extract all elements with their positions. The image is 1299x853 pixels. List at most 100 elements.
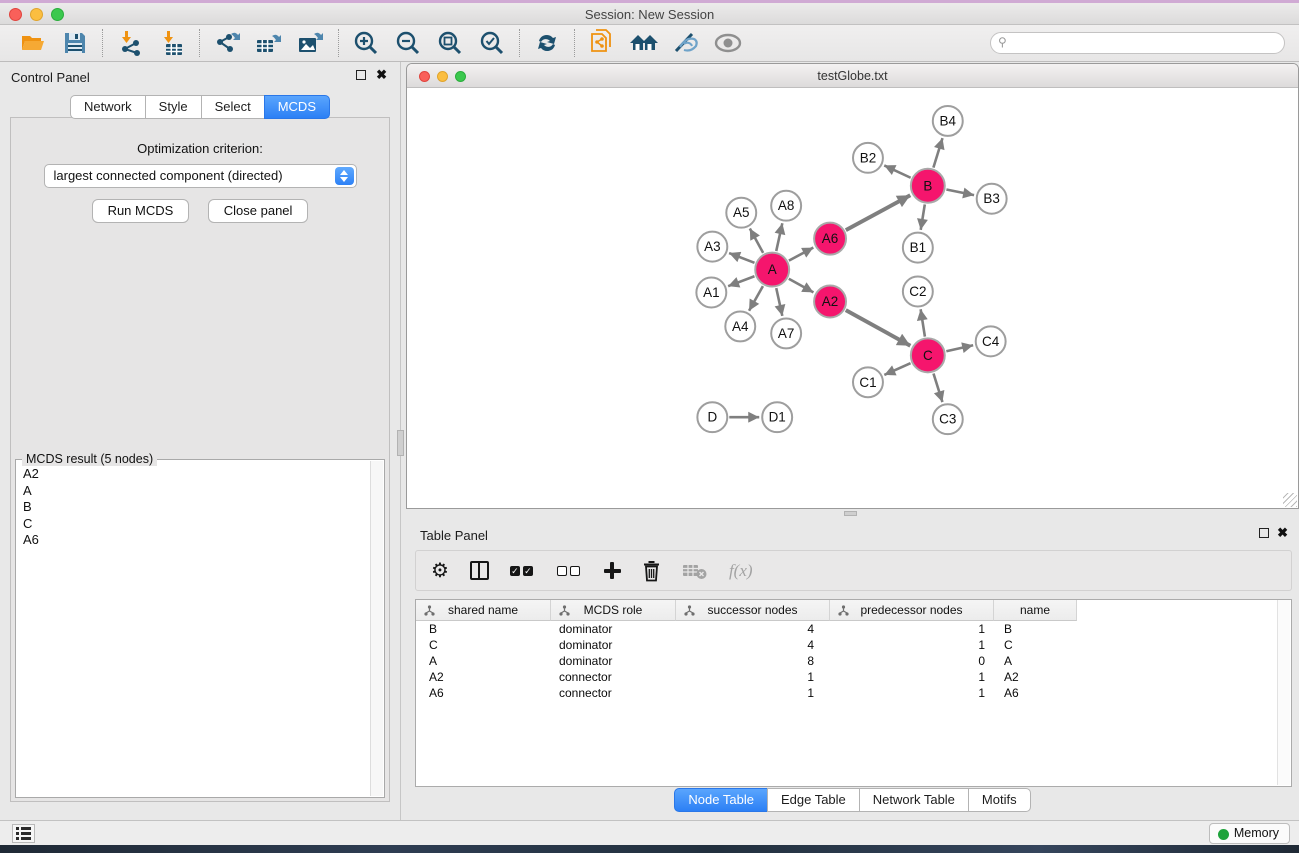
edge-C-C4[interactable] — [946, 345, 973, 351]
run-mcds-button[interactable]: Run MCDS — [92, 199, 190, 223]
tab-motifs[interactable]: Motifs — [968, 788, 1031, 812]
refresh-layout-icon[interactable] — [530, 28, 564, 58]
table-cell[interactable]: A2 — [994, 669, 1077, 685]
close-panel-icon[interactable]: ✖ — [376, 67, 387, 83]
tab-select[interactable]: Select — [201, 95, 265, 119]
edge-B-B2[interactable] — [884, 165, 910, 177]
table-cell[interactable]: B — [416, 621, 551, 637]
tab-network-table[interactable]: Network Table — [859, 788, 969, 812]
task-history-button[interactable] — [12, 824, 35, 843]
tab-network[interactable]: Network — [70, 95, 146, 119]
node-D[interactable]: D — [697, 402, 727, 432]
float-panel-icon[interactable] — [1259, 528, 1269, 538]
zoom-selected-icon[interactable] — [475, 28, 509, 58]
window-resize-grip[interactable] — [1283, 493, 1297, 507]
node-C[interactable]: C — [911, 338, 945, 372]
node-C4[interactable]: C4 — [976, 326, 1006, 356]
edge-C-C2[interactable] — [921, 309, 925, 336]
table-cell[interactable]: 1 — [830, 685, 994, 701]
tab-edge-table[interactable]: Edge Table — [767, 788, 860, 812]
node-A3[interactable]: A3 — [697, 232, 727, 262]
edge-A-A1[interactable] — [728, 276, 754, 286]
network-canvas[interactable]: B4B2BB3A8A5A6B1A3AA1C2A2A4A7C4CC1C3DD1 — [407, 88, 1298, 508]
table-options-gear-icon[interactable]: ⚙ — [431, 559, 449, 583]
node-B1[interactable]: B1 — [903, 233, 933, 263]
close-panel-button[interactable]: Close panel — [208, 199, 309, 223]
select-all-columns-icon[interactable]: ✓✓ — [510, 559, 536, 583]
node-A5[interactable]: A5 — [726, 198, 756, 228]
table-row[interactable]: Adominator80A — [416, 653, 1277, 669]
node-B2[interactable]: B2 — [853, 143, 883, 173]
open-file-icon[interactable] — [16, 28, 50, 58]
mcds-result-item[interactable]: A6 — [23, 532, 370, 549]
edge-C-C3[interactable] — [933, 373, 942, 402]
edge-A-A7[interactable] — [776, 288, 782, 316]
create-column-icon[interactable] — [604, 559, 621, 583]
mcds-result-item[interactable]: C — [23, 516, 370, 533]
export-image-icon[interactable] — [294, 28, 328, 58]
import-table-icon[interactable] — [155, 28, 189, 58]
table-row[interactable]: Bdominator41B — [416, 621, 1277, 637]
mcds-result-item[interactable]: A2 — [23, 466, 370, 483]
edge-A-A4[interactable] — [749, 286, 763, 311]
show-graphics-details-icon[interactable] — [711, 28, 745, 58]
network-graph[interactable]: B4B2BB3A8A5A6B1A3AA1C2A2A4A7C4CC1C3DD1 — [407, 88, 1298, 508]
table-cell[interactable]: 1 — [676, 685, 830, 701]
export-network-icon[interactable] — [210, 28, 244, 58]
node-A7[interactable]: A7 — [771, 318, 801, 348]
edge-B-B1[interactable] — [921, 204, 925, 229]
zoom-fit-icon[interactable] — [433, 28, 467, 58]
mcds-result-item[interactable]: B — [23, 499, 370, 516]
zoom-in-icon[interactable] — [349, 28, 383, 58]
table-cell[interactable]: A — [416, 653, 551, 669]
edge-A2-C[interactable] — [846, 310, 911, 346]
zoom-out-icon[interactable] — [391, 28, 425, 58]
table-cell[interactable]: A6 — [416, 685, 551, 701]
edge-B-B3[interactable] — [946, 190, 974, 196]
column-header-shared-name[interactable]: shared name — [416, 600, 551, 621]
table-cell[interactable]: dominator — [551, 637, 676, 653]
save-session-icon[interactable] — [58, 28, 92, 58]
node-D1[interactable]: D1 — [762, 402, 792, 432]
table-cell[interactable]: 1 — [830, 669, 994, 685]
edge-B-B4[interactable] — [933, 138, 942, 168]
vertical-splitter-handle[interactable] — [397, 430, 404, 456]
table-cell[interactable]: 8 — [676, 653, 830, 669]
memory-button[interactable]: Memory — [1209, 823, 1290, 844]
table-cell[interactable]: 1 — [830, 637, 994, 653]
table-cell[interactable]: dominator — [551, 621, 676, 637]
edge-A-A8[interactable] — [776, 223, 782, 251]
table-cell[interactable]: 1 — [830, 621, 994, 637]
table-cell[interactable]: A2 — [416, 669, 551, 685]
node-A6[interactable]: A6 — [814, 223, 846, 255]
horizontal-splitter-handle[interactable] — [844, 511, 857, 516]
node-A4[interactable]: A4 — [725, 311, 755, 341]
show-column-icon[interactable] — [470, 559, 489, 583]
edge-A-A3[interactable] — [729, 253, 754, 263]
mcds-list-scrollbar[interactable] — [370, 461, 383, 796]
edge-A-A5[interactable] — [750, 228, 763, 252]
node-A2[interactable]: A2 — [814, 286, 846, 318]
table-cell[interactable]: dominator — [551, 653, 676, 669]
table-cell[interactable]: connector — [551, 669, 676, 685]
column-header-MCDS-role[interactable]: MCDS role — [551, 600, 676, 621]
tab-node-table[interactable]: Node Table — [674, 788, 768, 812]
import-network-icon[interactable] — [113, 28, 147, 58]
column-header-name[interactable]: name — [994, 600, 1077, 621]
home-pages-icon[interactable] — [627, 28, 661, 58]
table-cell[interactable]: B — [994, 621, 1077, 637]
deselect-all-columns-icon[interactable] — [557, 559, 583, 583]
edge-A-A2[interactable] — [789, 279, 814, 293]
edge-A6-B[interactable] — [846, 195, 910, 230]
tab-style[interactable]: Style — [145, 95, 202, 119]
table-row[interactable]: A6connector11A6 — [416, 685, 1277, 701]
node-B4[interactable]: B4 — [933, 106, 963, 136]
edge-C-C1[interactable] — [884, 363, 910, 375]
table-cell[interactable]: 4 — [676, 637, 830, 653]
table-cell[interactable]: A6 — [994, 685, 1077, 701]
node-C1[interactable]: C1 — [853, 367, 883, 397]
table-cell[interactable]: 1 — [676, 669, 830, 685]
node-B3[interactable]: B3 — [977, 184, 1007, 214]
duplicate-network-icon[interactable] — [585, 28, 619, 58]
node-C3[interactable]: C3 — [933, 404, 963, 434]
